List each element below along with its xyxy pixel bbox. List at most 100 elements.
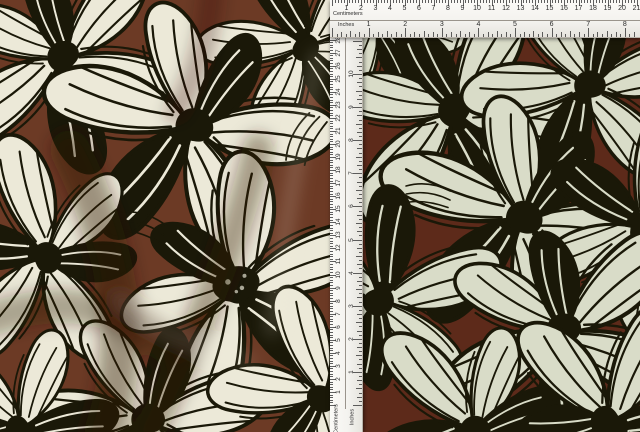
ruler-tick-cm — [381, 0, 382, 3]
ruler-tick-inch — [396, 32, 397, 37]
ruler-tick-inch — [597, 32, 598, 37]
ruler-tick-inch — [419, 34, 420, 38]
ruler-tick-inch — [492, 34, 493, 38]
ruler-tick-cm — [465, 0, 466, 3]
ruler-tick-inch — [579, 32, 580, 37]
ruler-tick-inch — [357, 148, 362, 149]
cm-number: 5 — [403, 5, 407, 12]
cm-number: 14 — [336, 219, 343, 226]
ruler-tick-cm — [330, 110, 333, 111]
ruler-tick-cm — [532, 0, 533, 3]
ruler-tick-inch — [501, 34, 502, 38]
ruler-tick-inch — [356, 355, 363, 356]
ruler-tick-cm — [422, 0, 423, 3]
ruler-tick-cm — [330, 50, 333, 51]
ruler-tick-inch — [359, 244, 363, 245]
ruler-tick-cm — [330, 337, 333, 338]
ruler-tick-inch — [359, 136, 363, 137]
ruler-tick-cm — [330, 89, 333, 90]
cm-number: 8 — [336, 299, 343, 303]
inch-number: 2 — [403, 21, 407, 28]
ruler-tick-inch — [542, 32, 543, 37]
ruler-tick-cm — [330, 400, 333, 401]
ruler-tick-inch — [357, 198, 362, 199]
ruler-tick-inch — [364, 34, 365, 38]
ruler-tick-cm — [330, 63, 333, 64]
cm-number: 21 — [633, 5, 640, 12]
ruler-tick-cm — [523, 0, 524, 3]
ruler-tick-inch — [474, 34, 475, 38]
ruler-tick-inch — [446, 34, 447, 38]
ruler-tick-inch — [465, 34, 466, 38]
inch-number: 5 — [513, 21, 517, 28]
ruler-tick-cm — [483, 0, 484, 3]
ruler-tick-inch — [359, 186, 363, 187]
ruler-tick-cm — [330, 405, 336, 406]
ruler-tick-cm — [358, 0, 359, 3]
ruler-tick-cm — [416, 0, 417, 3]
ruler-tick-cm — [330, 134, 333, 135]
ruler-tick-cm — [330, 387, 333, 388]
ruler-tick-inch — [359, 95, 363, 96]
ruler-tick-cm — [330, 267, 333, 268]
ruler-tick-cm — [567, 0, 568, 3]
ruler-tick-cm — [330, 269, 333, 270]
cm-number: 19 — [604, 5, 612, 12]
ruler-tick-cm — [489, 0, 490, 3]
ruler-tick-inch — [359, 194, 363, 195]
ruler-tick-inch — [424, 31, 425, 38]
cm-number: 24 — [336, 88, 343, 95]
ruler-tick-cm — [330, 126, 333, 127]
ruler-tick-cm — [613, 0, 614, 3]
ruler-tick-cm — [393, 0, 394, 3]
ruler-tick-cm — [330, 277, 333, 278]
cm-number: 23 — [336, 101, 343, 108]
ruler-tick-inch — [359, 302, 363, 303]
ruler-tick-inch — [359, 252, 363, 253]
ruler-tick-cm — [529, 0, 530, 3]
ruler-tick-cm — [330, 188, 333, 189]
ruler-tick-cm — [330, 42, 333, 43]
ruler-tick-inch — [593, 34, 594, 38]
ruler-tick-inch — [357, 364, 362, 365]
ruler-tick-cm — [584, 0, 585, 3]
ruler-tick-cm — [330, 374, 333, 375]
ruler-tick-inch — [359, 268, 363, 269]
ruler-tick-cm — [330, 139, 333, 140]
ruler-tick-cm — [330, 58, 333, 59]
ruler-tick-cm — [330, 194, 333, 195]
ruler-tick-cm — [330, 154, 333, 155]
cm-number: 6 — [417, 5, 421, 12]
ruler-tick-cm — [457, 0, 458, 3]
ruler-tick-cm — [352, 0, 353, 3]
ruler-tick-cm — [454, 0, 455, 3]
ruler-tick-cm — [330, 311, 333, 312]
ruler-tick-inch — [373, 34, 374, 38]
ruler-tick-cm — [355, 0, 356, 3]
cm-number: 4 — [388, 5, 392, 12]
ruler-tick-inch — [410, 34, 411, 38]
ruler-tick-cm — [471, 0, 472, 3]
inch-number: 1 — [348, 370, 355, 374]
ruler-tick-inch — [547, 34, 548, 38]
ruler-tick-cm — [330, 217, 333, 218]
cm-number: 7 — [432, 5, 436, 12]
ruler-tick-cm — [330, 228, 333, 229]
ruler-tick-cm — [547, 0, 548, 3]
ruler-tick-inch — [357, 99, 362, 100]
ruler-tick-inch — [359, 285, 363, 286]
ruler-tick-cm — [330, 175, 333, 176]
ruler-tick-inch — [515, 28, 516, 37]
ruler-tick-inch — [357, 281, 362, 282]
ruler-tick-cm — [330, 329, 333, 330]
inch-number: 10 — [348, 70, 355, 77]
ruler-tick-inch — [332, 28, 333, 37]
ruler-tick-inch — [357, 397, 362, 398]
ruler-tick-inch — [359, 351, 363, 352]
ruler-tick-inch — [359, 103, 363, 104]
ruler-tick-inch — [359, 227, 363, 228]
ruler-tick-cm — [330, 220, 333, 221]
ruler-tick-inch — [359, 177, 363, 178]
ruler-tick-inch — [506, 32, 507, 37]
ruler-tick-cm — [330, 298, 333, 299]
